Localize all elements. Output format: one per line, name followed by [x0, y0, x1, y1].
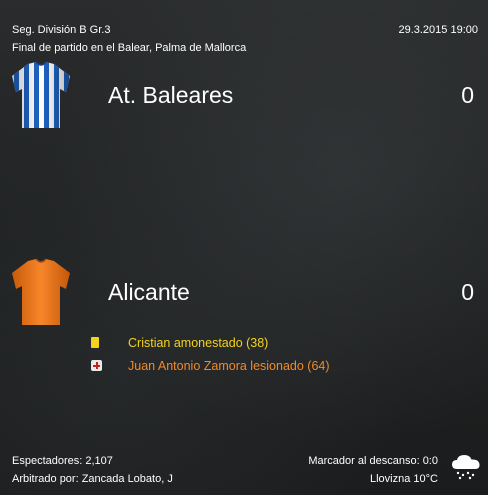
- competition-label: Seg. División B Gr.3: [12, 24, 111, 36]
- referee-label: Arbitrado por: Zancada Lobato, J: [12, 473, 173, 485]
- event-text: Juan Antonio Zamora lesionado (64): [128, 359, 330, 373]
- spectators-label: Espectadores: 2,107: [12, 455, 113, 467]
- yellow-card-icon: [91, 337, 99, 348]
- drizzle-cloud-icon: [452, 455, 480, 480]
- match-datetime: 29.3.2015 19:00: [398, 24, 478, 36]
- match-header-info: Seg. División B Gr.3 Final de partido en…: [12, 21, 246, 57]
- weather-label: Llovizna 10°C: [370, 473, 438, 485]
- status-venue-label: Final de partido en el Balear, Palma de …: [12, 42, 247, 54]
- event-item[interactable]: Cristian amonestado (38): [0, 335, 488, 353]
- striped-shirt-icon: [12, 61, 70, 128]
- plain-shirt-icon: [12, 258, 70, 325]
- match-footer-left: Espectadores: 2,107 Arbitrado por: Zanca…: [12, 452, 173, 488]
- away-team-name[interactable]: Alicante: [108, 279, 190, 306]
- halftime-score-label: Marcador al descanso: 0:0: [308, 455, 438, 467]
- match-summary-panel: Seg. División B Gr.3 Final de partido en…: [0, 0, 488, 495]
- injury-icon: [91, 360, 102, 371]
- event-text: Cristian amonestado (38): [128, 336, 269, 350]
- home-team-score: 0: [461, 82, 474, 108]
- event-item[interactable]: Juan Antonio Zamora lesionado (64): [0, 358, 488, 376]
- home-team-name[interactable]: At. Baleares: [108, 82, 233, 109]
- home-team-row[interactable]: At. Baleares 0: [0, 60, 488, 140]
- match-footer-right: Marcador al descanso: 0:0 Llovizna 10°C: [308, 452, 438, 488]
- away-team-row[interactable]: Alicante 0: [0, 257, 488, 337]
- away-team-score: 0: [461, 279, 474, 305]
